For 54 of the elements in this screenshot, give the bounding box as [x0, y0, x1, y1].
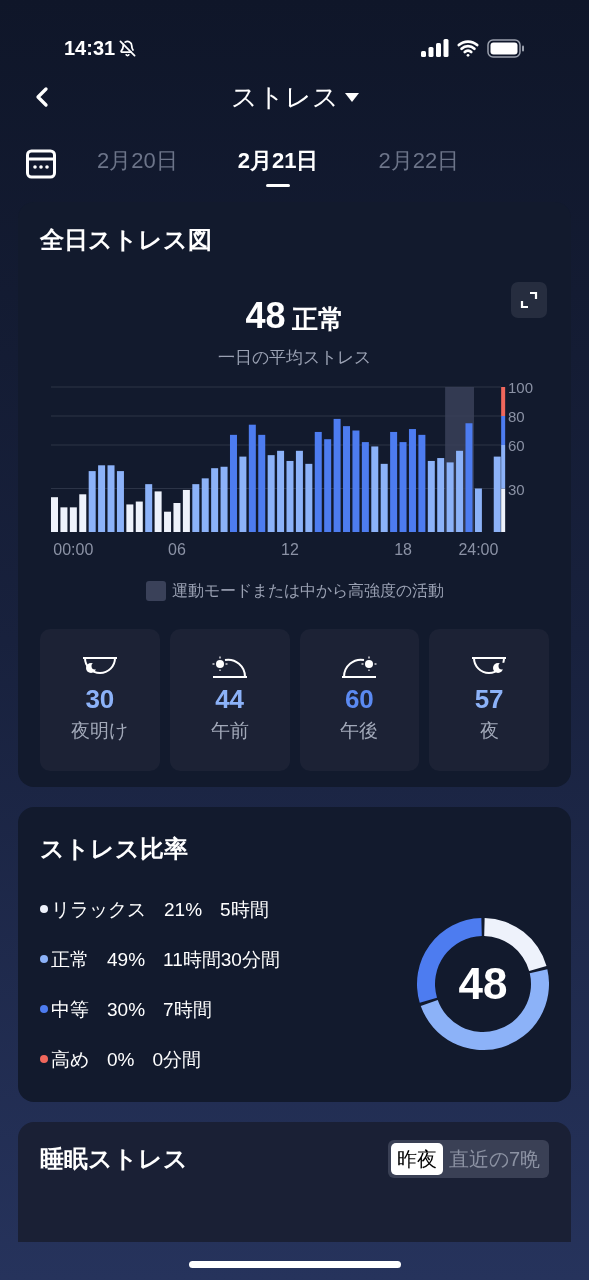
period-label: 午後	[340, 718, 379, 743]
x-axis-label: 06	[168, 540, 186, 558]
level-percent: 49%	[107, 947, 146, 972]
battery-icon	[487, 38, 525, 58]
x-axis-label: 24:00	[458, 540, 499, 558]
score-level: 正常	[291, 303, 344, 336]
expand-button[interactable]	[511, 282, 547, 318]
caret-icon	[344, 92, 359, 102]
period-label: 夜	[479, 718, 499, 743]
range-option[interactable]: 昨夜	[390, 1142, 443, 1175]
donut-score: 48	[458, 960, 508, 1008]
level-duration: 11時間30分間	[163, 947, 280, 972]
x-axis-label: 18	[394, 540, 412, 558]
level-name: リラックス	[51, 897, 146, 922]
period-score: 30	[85, 682, 115, 715]
date-tab[interactable]: 2月22日	[378, 144, 460, 184]
y-axis-label: 30	[508, 480, 525, 497]
period-label: 午前	[210, 718, 249, 743]
card-title: ストレス比率	[40, 833, 189, 864]
average-score: 48	[245, 296, 286, 336]
x-axis-label: 00:00	[53, 540, 94, 558]
period-score: 44	[215, 682, 245, 715]
level-name: 中等	[51, 997, 89, 1022]
period-score: 57	[474, 682, 504, 715]
level-duration: 5時間	[220, 897, 269, 922]
card-title: 睡眠ストレス	[40, 1143, 188, 1174]
title-dropdown[interactable]: ストレス	[230, 77, 359, 117]
period-score: 60	[344, 682, 374, 715]
y-axis-label: 100	[508, 378, 534, 396]
calendar-button[interactable]	[25, 148, 57, 180]
expand-icon	[520, 291, 538, 309]
x-axis-label: 12	[281, 540, 299, 558]
signal-icon	[421, 39, 449, 57]
period-label: 夜明け	[71, 718, 129, 743]
level-percent: 0%	[107, 1047, 135, 1072]
level-percent: 21%	[164, 897, 203, 922]
level-percent: 30%	[107, 997, 146, 1022]
level-duration: 7時間	[163, 997, 212, 1022]
date-tab[interactable]: 2月20日	[97, 144, 178, 184]
average-caption: 一日の平均ストレス	[218, 347, 371, 369]
level-name: 高め	[51, 1047, 89, 1072]
level-name: 正常	[51, 947, 89, 972]
y-axis-label: 60	[508, 436, 525, 454]
date-tab[interactable]: 2月21日	[237, 144, 319, 184]
card-title: 全日ストレス図	[40, 225, 213, 255]
legend-label: 運動モードまたは中から高強度の活動	[171, 580, 444, 601]
bell-off-icon	[119, 39, 137, 57]
y-axis-label: 80	[508, 407, 525, 425]
sunrise-icon	[210, 654, 249, 679]
stress-bar	[51, 496, 58, 532]
clock-time: 14:31	[64, 36, 116, 61]
sunset-icon	[340, 654, 379, 679]
wifi-icon	[456, 37, 480, 59]
level-duration: 0分間	[152, 1047, 202, 1072]
